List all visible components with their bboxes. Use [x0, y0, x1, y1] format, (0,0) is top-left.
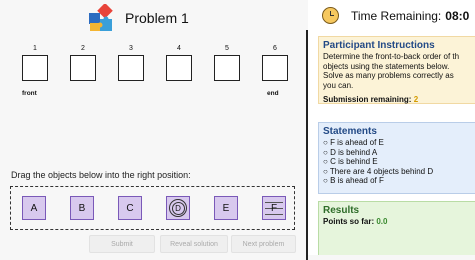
- slot-number: 3: [129, 45, 133, 52]
- submission-label: Submission remaining:: [323, 95, 412, 104]
- front-label: front: [22, 90, 37, 97]
- points-so-far: Points so far: 0.0: [323, 217, 475, 226]
- submission-count: 2: [413, 95, 419, 104]
- submit-button[interactable]: Submit: [89, 235, 155, 253]
- statement-item: B is ahead of F: [323, 176, 475, 186]
- drag-instruction: Drag the objects below into the right po…: [11, 170, 191, 180]
- object-label: D: [175, 203, 181, 213]
- results-heading: Results: [323, 205, 360, 216]
- inner-ring: D: [171, 201, 185, 215]
- points-label: Points so far:: [323, 217, 375, 226]
- instruction-line: objects using the statements below.: [323, 61, 450, 71]
- object-f[interactable]: F: [262, 196, 286, 220]
- object-d[interactable]: D: [166, 196, 190, 220]
- object-a[interactable]: A: [22, 196, 46, 220]
- object-label: B: [78, 202, 86, 214]
- object-label: C: [126, 202, 134, 214]
- results-panel: Results Points so far: 0.0: [318, 201, 475, 255]
- instruction-line: Solve as many problems correctly as: [323, 71, 454, 80]
- instructions-panel: Participant Instructions Determine the f…: [318, 36, 475, 104]
- drop-slot-1[interactable]: [22, 55, 48, 81]
- instruction-line: Determine the front-to-back order of th: [323, 52, 460, 61]
- object-label: A: [30, 202, 38, 214]
- puzzle-icon: [87, 4, 115, 32]
- drop-slot-4[interactable]: [166, 55, 192, 81]
- timer-value: 08:0: [445, 8, 470, 23]
- drop-slot-5[interactable]: [214, 55, 240, 81]
- drop-slot-3[interactable]: [118, 55, 144, 81]
- drop-slot-2[interactable]: [70, 55, 96, 81]
- timer: Time Remaining: 08:0: [322, 7, 469, 24]
- drop-slot-6[interactable]: [262, 55, 288, 81]
- problem-header: Problem 1: [87, 4, 189, 32]
- problem-area: Problem 1 1 2 3 4 5 6 front end Drag the…: [0, 0, 306, 255]
- submission-remaining: Submission remaining: 2: [323, 95, 475, 104]
- object-b[interactable]: B: [70, 196, 94, 220]
- statement-item: D is behind A: [323, 148, 475, 158]
- next-problem-button[interactable]: Next problem: [231, 235, 296, 253]
- object-label: F: [270, 202, 278, 214]
- slot-number: 5: [225, 45, 229, 52]
- points-value: 0.0: [376, 217, 388, 226]
- slot-number: 2: [81, 45, 85, 52]
- timer-label: Time Remaining:: [351, 8, 442, 23]
- clock-icon: [322, 7, 339, 24]
- info-panel: Time Remaining: 08:0 Participant Instruc…: [308, 0, 475, 255]
- statement-item: F is ahead of E: [323, 138, 475, 148]
- object-label: E: [222, 202, 230, 214]
- statements-heading: Statements: [323, 126, 377, 137]
- statement-item: There are 4 objects behind D: [323, 167, 475, 177]
- end-label: end: [267, 90, 279, 97]
- slot-number: 6: [273, 45, 277, 52]
- object-tray: [10, 186, 295, 230]
- instruction-line: you can.: [323, 80, 354, 90]
- target-ring-icon: D: [169, 199, 187, 217]
- object-e[interactable]: E: [214, 196, 238, 220]
- statement-item: C is behind E: [323, 157, 475, 167]
- slot-number: 4: [177, 45, 181, 52]
- reveal-solution-button[interactable]: Reveal solution: [160, 235, 228, 253]
- statements-panel: Statements F is ahead of E D is behind A…: [318, 122, 475, 194]
- object-c[interactable]: C: [118, 196, 142, 220]
- instructions-heading: Participant Instructions: [323, 40, 435, 51]
- problem-title: Problem 1: [125, 10, 189, 26]
- slot-number: 1: [33, 45, 37, 52]
